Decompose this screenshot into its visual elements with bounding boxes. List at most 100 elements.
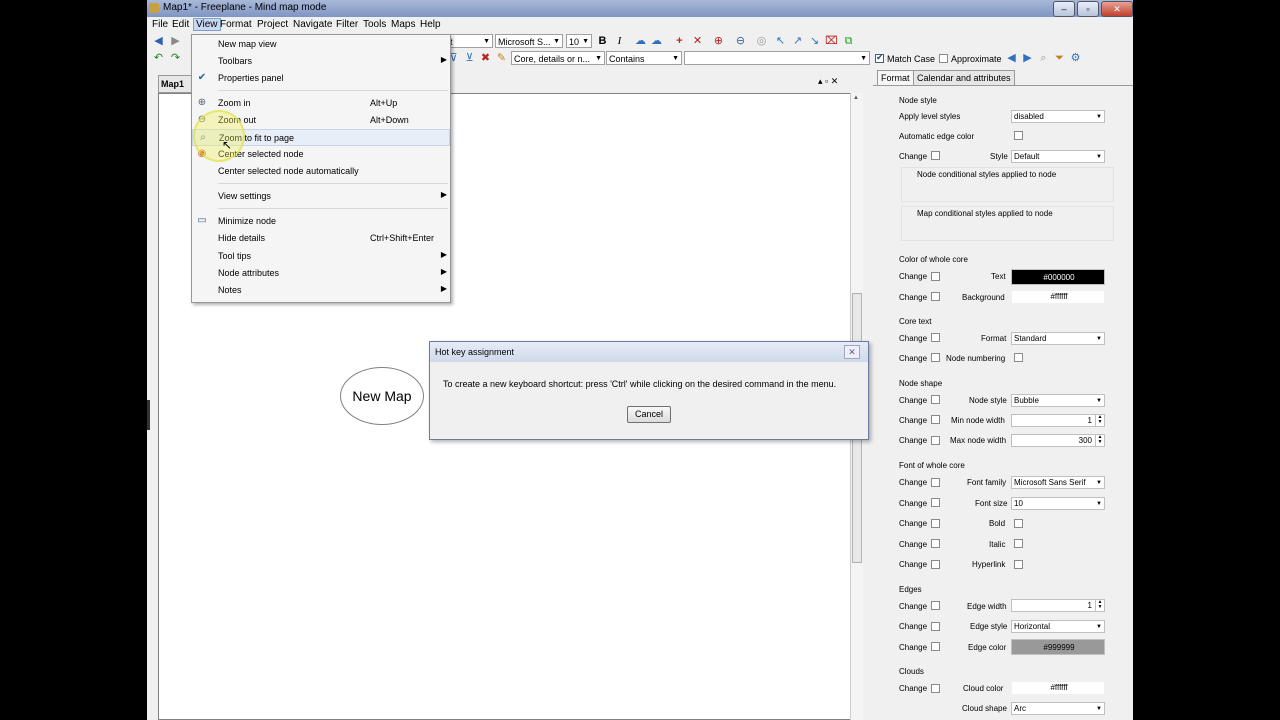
- node-shape-combo[interactable]: Bubble ▼: [1011, 394, 1105, 407]
- font-family-combo[interactable]: Microsoft S... ▼: [495, 34, 563, 48]
- menu-item-notes[interactable]: Notes ▶: [192, 282, 450, 299]
- filter-funnel-icon[interactable]: ⏷: [1053, 52, 1066, 65]
- style-combo[interactable]: Default ▼: [1011, 150, 1105, 163]
- filter-highlight-icon[interactable]: ✎: [495, 52, 508, 65]
- change-bold-checkbox[interactable]: [931, 519, 940, 528]
- change-numbering-checkbox[interactable]: [931, 353, 940, 362]
- nav-left-icon[interactable]: ↖: [774, 35, 787, 48]
- filter-settings-icon[interactable]: ⚙: [1069, 52, 1082, 65]
- menu-item-tool-tips[interactable]: Tool tips ▶: [192, 248, 450, 265]
- zoom-icon[interactable]: ◎: [755, 35, 768, 48]
- filter-select-icon[interactable]: ⊻: [463, 52, 476, 65]
- menu-help[interactable]: Help: [418, 19, 443, 30]
- menu-item-hide-details[interactable]: Hide details Ctrl+Shift+Enter: [192, 230, 450, 247]
- menu-item-zoom-in[interactable]: ⊕ Zoom in Alt+Up: [192, 95, 450, 112]
- change-font-size-checkbox[interactable]: [931, 498, 940, 507]
- min-width-spinner[interactable]: 1 ▲ ▼: [1011, 414, 1105, 427]
- change-hyperlink-checkbox[interactable]: [931, 560, 940, 569]
- dialog-close-icon[interactable]: ✕: [844, 345, 860, 359]
- menu-project[interactable]: Project: [255, 19, 290, 30]
- italic-button[interactable]: I: [613, 35, 626, 48]
- change-style-checkbox[interactable]: [931, 151, 940, 160]
- change-italic-checkbox[interactable]: [931, 539, 940, 548]
- menu-maps[interactable]: Maps: [389, 19, 417, 30]
- filter-scope-combo[interactable]: Core, details or n... ▼: [511, 51, 605, 65]
- menu-item-view-settings[interactable]: View settings ▶: [192, 188, 450, 205]
- approximate-checkbox[interactable]: [939, 54, 948, 63]
- nav-right-icon[interactable]: ↗: [791, 35, 804, 48]
- change-background-checkbox[interactable]: [931, 292, 940, 301]
- filter-text-combo[interactable]: ▼: [684, 51, 870, 65]
- change-edge-width-checkbox[interactable]: [931, 601, 940, 610]
- menu-file[interactable]: File: [150, 19, 170, 30]
- menu-view[interactable]: View: [193, 18, 221, 31]
- find-next-icon[interactable]: ▶: [1021, 52, 1034, 65]
- menu-edit[interactable]: Edit: [170, 19, 191, 30]
- hyperlink-checkbox[interactable]: [1014, 560, 1023, 569]
- find-prev-icon[interactable]: ◀: [1005, 52, 1018, 65]
- font-style-combo[interactable]: t ▼: [447, 34, 493, 48]
- bold-button[interactable]: B: [596, 35, 609, 48]
- change-font-family-checkbox[interactable]: [931, 478, 940, 487]
- undo-filter-icon[interactable]: ↶: [152, 52, 165, 65]
- apply-level-styles-combo[interactable]: disabled ▼: [1011, 110, 1105, 123]
- max-width-spinner[interactable]: 300 ▲ ▼: [1011, 434, 1105, 447]
- edge-width-spinner[interactable]: 1 ▲ ▼: [1011, 599, 1105, 612]
- change-node-style-checkbox[interactable]: [931, 395, 940, 404]
- nav-up-icon[interactable]: ↘: [808, 35, 821, 48]
- root-node[interactable]: New Map: [340, 367, 424, 425]
- bold-checkbox[interactable]: [1014, 519, 1023, 528]
- menu-item-toolbars[interactable]: Toolbars ▶: [192, 53, 450, 70]
- italic-checkbox[interactable]: [1014, 539, 1023, 548]
- cancel-button[interactable]: Cancel: [627, 406, 671, 423]
- menu-filter[interactable]: Filter: [334, 19, 360, 30]
- search-icon[interactable]: ⌕: [1037, 52, 1050, 65]
- menu-item-minimize-node[interactable]: ▭ Minimize node: [192, 213, 450, 230]
- change-text-color-checkbox[interactable]: [931, 272, 940, 281]
- change-max-width-checkbox[interactable]: [931, 436, 940, 445]
- forward-icon[interactable]: ▶: [169, 35, 182, 48]
- filter-clear-icon[interactable]: ✖: [479, 52, 492, 65]
- map-icon[interactable]: ⧉: [842, 35, 855, 48]
- edge-color-swatch[interactable]: #999999: [1011, 639, 1105, 655]
- cloud-color-icon[interactable]: ☁: [650, 35, 663, 48]
- menu-navigate[interactable]: Navigate: [291, 19, 334, 30]
- minimize-button[interactable]: –: [1053, 1, 1075, 17]
- menu-item-node-attributes[interactable]: Node attributes ▶: [192, 265, 450, 282]
- back-icon[interactable]: ◀: [152, 35, 165, 48]
- change-edge-color-checkbox[interactable]: [931, 642, 940, 651]
- map-maximize-button[interactable]: ▫: [825, 76, 828, 86]
- menu-tools[interactable]: Tools: [361, 19, 388, 30]
- change-edge-style-checkbox[interactable]: [931, 622, 940, 631]
- maximize-button[interactable]: ▫: [1077, 1, 1099, 17]
- menu-format[interactable]: Format: [218, 19, 254, 30]
- left-collapse-handle[interactable]: [147, 400, 150, 430]
- menu-item-new-map-view[interactable]: New map view: [192, 36, 450, 53]
- match-case-checkbox[interactable]: ✔: [875, 52, 884, 63]
- filter-operator-combo[interactable]: Contains ▼: [606, 51, 682, 65]
- text-color-swatch[interactable]: #000000: [1011, 269, 1105, 285]
- change-format-checkbox[interactable]: [931, 333, 940, 342]
- map-tab[interactable]: Map1: [158, 75, 192, 93]
- map-close-button[interactable]: ✕: [831, 76, 839, 86]
- cloud-color-swatch[interactable]: #ffffff: [1011, 681, 1105, 695]
- scroll-up-arrow-icon[interactable]: ▲: [853, 95, 859, 101]
- background-color-swatch[interactable]: #ffffff: [1011, 290, 1105, 304]
- font-size-select[interactable]: 10 ▼: [1011, 497, 1105, 510]
- menu-item-properties-panel[interactable]: ✔ Properties panel: [192, 70, 450, 87]
- auto-edge-color-checkbox[interactable]: [1014, 131, 1023, 140]
- node-numbering-checkbox[interactable]: [1014, 353, 1023, 362]
- remove-node-icon[interactable]: ✕: [691, 35, 704, 48]
- font-size-combo[interactable]: 10 ▼: [566, 34, 592, 48]
- menu-item-center-automatically[interactable]: Center selected node automatically: [192, 163, 450, 180]
- connector-icon[interactable]: ⊕: [712, 35, 725, 48]
- tab-format[interactable]: Format: [877, 70, 914, 85]
- link-icon[interactable]: ⌧: [825, 35, 838, 48]
- cloud-icon[interactable]: ☁: [634, 35, 647, 48]
- cloud-shape-combo[interactable]: Arc ▼: [1011, 702, 1105, 715]
- font-family-select[interactable]: Microsoft Sans Serif ▼: [1011, 476, 1105, 489]
- format-combo[interactable]: Standard ▼: [1011, 332, 1105, 345]
- tab-calendar-attributes[interactable]: Calendar and attributes: [913, 70, 1015, 85]
- change-min-width-checkbox[interactable]: [931, 415, 940, 424]
- change-cloud-color-checkbox[interactable]: [931, 684, 940, 693]
